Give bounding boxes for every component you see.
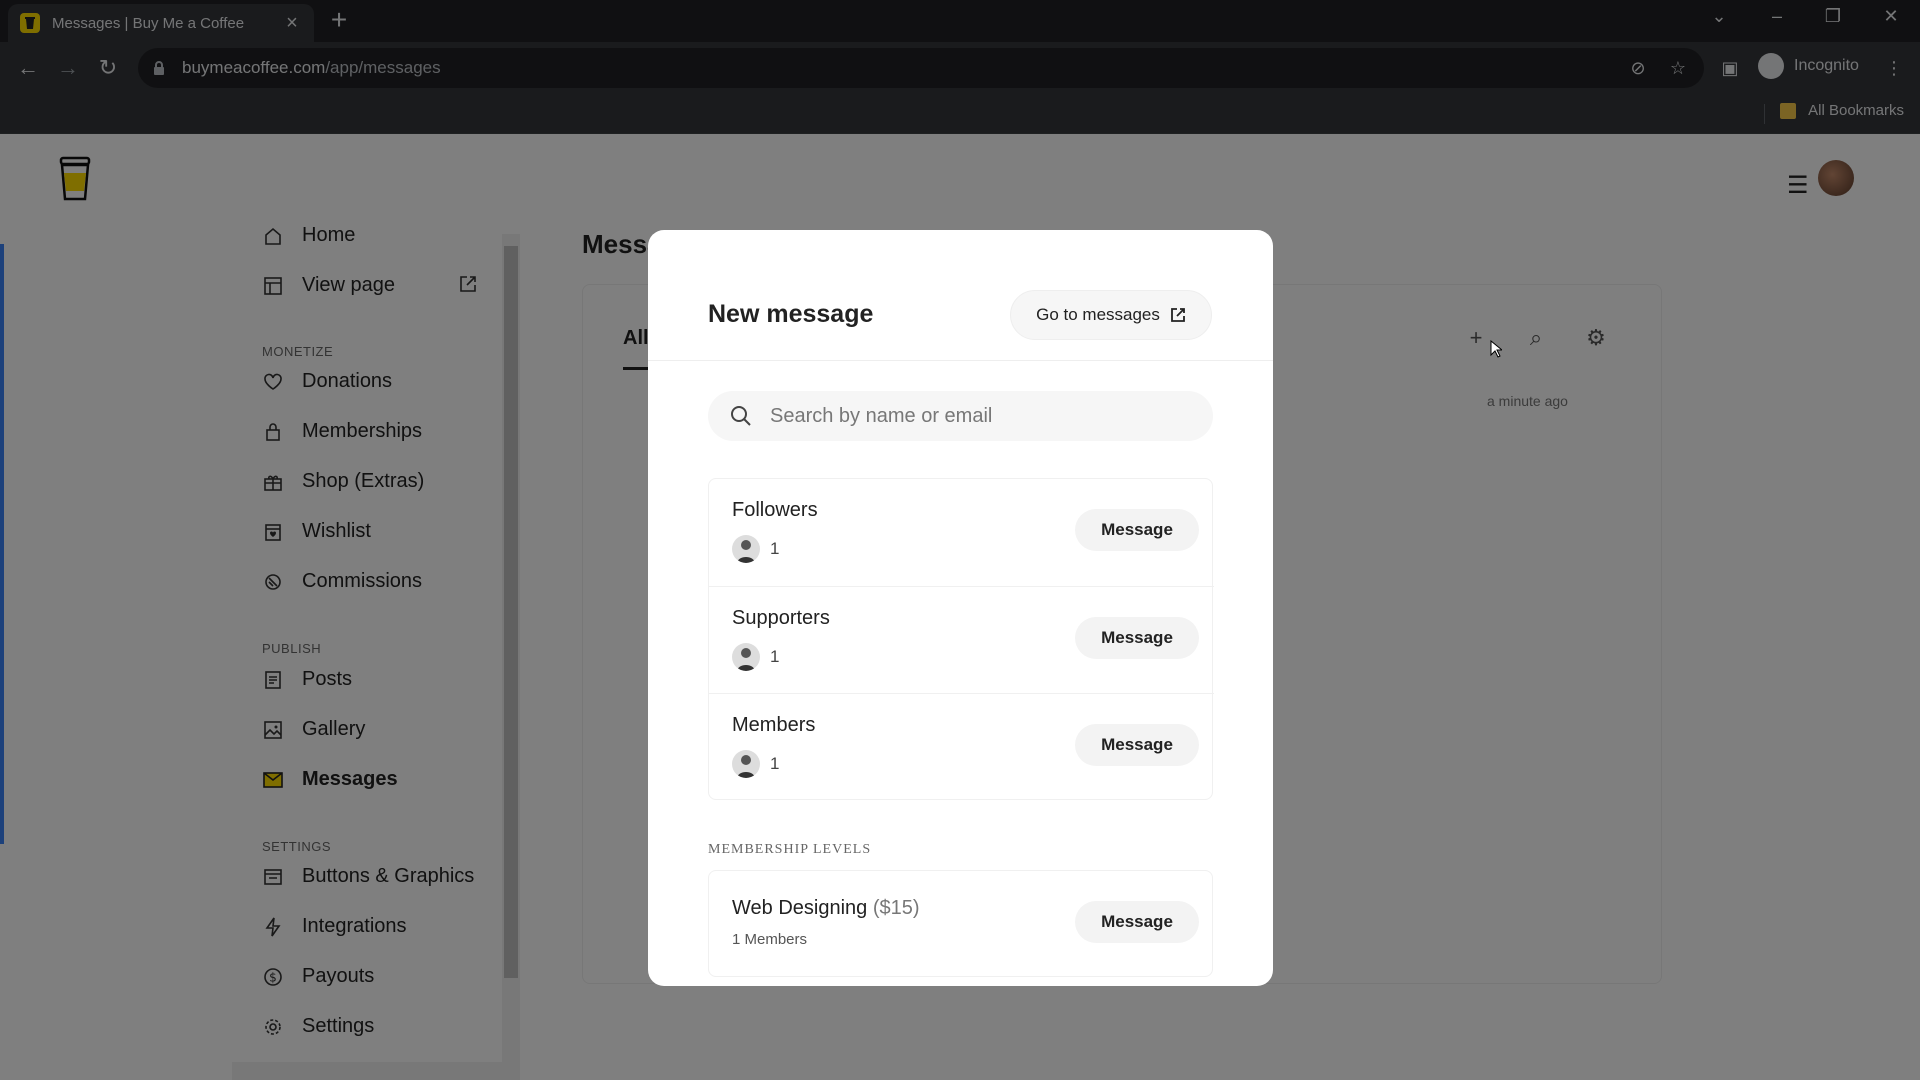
group-row-supporters: Supporters 1 Message: [709, 586, 1214, 693]
member-avatar: [732, 535, 760, 563]
external-link-icon: [1170, 308, 1185, 322]
recipient-groups: Followers 1 Message Supporters 1 Message…: [708, 478, 1214, 800]
group-name: Supporters: [732, 607, 830, 629]
group-count-value: 1: [770, 647, 780, 666]
message-supporters-button[interactable]: Message: [1075, 617, 1199, 659]
membership-level-row: Web Designing ($15) 1 Members Message: [708, 870, 1213, 977]
modal-title: New message: [708, 300, 874, 328]
group-count-value: 1: [770, 754, 780, 773]
level-name: Web Designing ($15): [732, 897, 920, 920]
message-followers-button[interactable]: Message: [1075, 509, 1199, 551]
go-to-messages-label: Go to messages: [1036, 305, 1160, 324]
group-name: Members: [732, 714, 816, 736]
group-count: 1: [732, 535, 779, 563]
search-input[interactable]: [770, 404, 1190, 428]
group-name: Followers: [732, 499, 818, 521]
group-count-value: 1: [770, 539, 780, 558]
mouse-cursor-icon: [1490, 340, 1502, 358]
search-icon: [731, 406, 751, 426]
member-avatar: [732, 750, 760, 778]
new-message-modal: New message Go to messages Followers 1 M…: [648, 230, 1273, 986]
membership-levels-heading: MEMBERSHIP LEVELS: [708, 842, 872, 857]
member-avatar: [732, 643, 760, 671]
search-box: [708, 391, 1213, 441]
group-row-followers: Followers 1 Message: [709, 479, 1214, 586]
group-row-members: Members 1 Message: [709, 693, 1214, 800]
group-count: 1: [732, 643, 779, 671]
group-count: 1: [732, 750, 779, 778]
modal-divider: [648, 360, 1273, 361]
message-members-button[interactable]: Message: [1075, 724, 1199, 766]
go-to-messages-button[interactable]: Go to messages: [1010, 290, 1212, 340]
level-member-count: 1 Members: [732, 931, 808, 948]
level-price: ($15): [872, 897, 920, 919]
message-level-button[interactable]: Message: [1075, 901, 1199, 943]
level-name-text: Web Designing: [732, 897, 868, 919]
